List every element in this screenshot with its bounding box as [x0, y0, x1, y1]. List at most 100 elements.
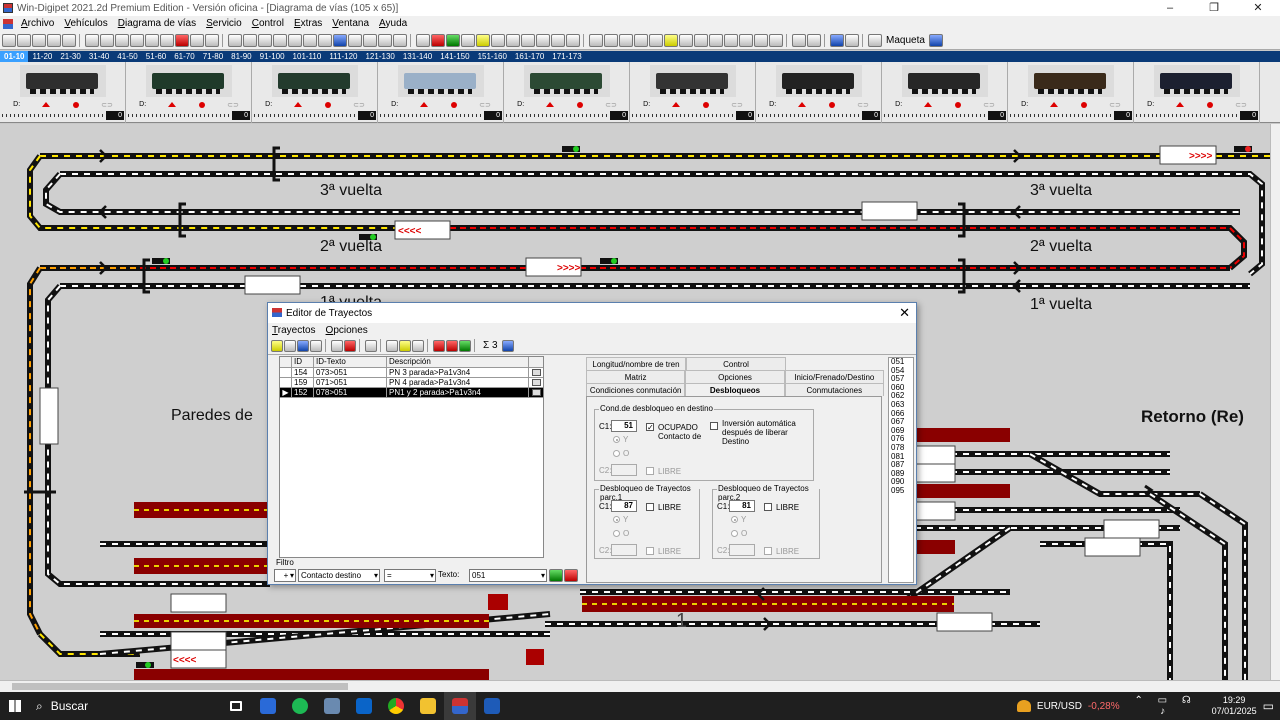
- task-view-icon[interactable]: [220, 692, 252, 720]
- dialog-tool-0-icon[interactable]: [271, 339, 283, 352]
- loco-speed[interactable]: 0: [1010, 111, 1132, 120]
- toolbar-button-7-icon[interactable]: [100, 34, 114, 47]
- menu-extras[interactable]: Extras: [289, 16, 327, 32]
- dialog-tool-8-icon[interactable]: [365, 339, 377, 352]
- o-radio[interactable]: [613, 450, 620, 457]
- tab-conmutaciones[interactable]: Conmutaciones encadenadas: [784, 383, 884, 408]
- row-route-icon[interactable]: [531, 379, 541, 386]
- dialog-exit-icon[interactable]: [501, 339, 514, 352]
- loco-image[interactable]: [20, 65, 106, 97]
- toolbar-button-37-icon[interactable]: [536, 34, 550, 47]
- toolbar-button-21-icon[interactable]: [303, 34, 317, 47]
- loco-speed-bar[interactable]: [1010, 114, 1114, 117]
- tray-icons[interactable]: ⌃ ▭ ☊ ♪: [1126, 695, 1206, 717]
- parc1-c2-libre-checkbox[interactable]: [646, 547, 654, 555]
- notifications-icon[interactable]: ▭: [1263, 699, 1274, 713]
- loco-image[interactable]: [398, 65, 484, 97]
- loco-speed-bar[interactable]: [758, 114, 862, 117]
- loco-light-icon[interactable]: [1206, 101, 1213, 108]
- table-row[interactable]: ▶ 152 078>051 PN1 y 2 parada>Pa1v3n4: [280, 388, 543, 398]
- loco-image[interactable]: [524, 65, 610, 97]
- loco-speed[interactable]: 0: [632, 111, 754, 120]
- loco-func-icon[interactable]: ⊂⊃: [1235, 101, 1247, 109]
- toolbar-button-20-icon[interactable]: [288, 34, 302, 47]
- loco-light-icon[interactable]: [198, 101, 205, 108]
- toolbar-button-53-icon[interactable]: [769, 34, 783, 47]
- loco-func-icon[interactable]: ⊂⊃: [353, 101, 365, 109]
- loco-slot[interactable]: D: ⊂⊃ 0: [378, 62, 504, 123]
- loco-speed[interactable]: 0: [884, 111, 1006, 120]
- toolbar-button-52-icon[interactable]: [754, 34, 768, 47]
- toolbar-button-1-icon[interactable]: [17, 34, 31, 47]
- loco-func-icon[interactable]: ⊂⊃: [983, 101, 995, 109]
- loco-light-icon[interactable]: [324, 101, 331, 108]
- scroll-thumb[interactable]: [12, 683, 348, 690]
- loco-image[interactable]: [272, 65, 358, 97]
- loco-light-icon[interactable]: [72, 101, 79, 108]
- toolbar-button-26-icon[interactable]: [378, 34, 392, 47]
- parc2-c1-input[interactable]: 81: [729, 500, 755, 512]
- loco-func-icon[interactable]: ⊂⊃: [227, 101, 239, 109]
- toolbar-button-12-icon[interactable]: [175, 34, 189, 47]
- toolbar-button-3-icon[interactable]: [47, 34, 61, 47]
- taskbar-search[interactable]: ⌕ Buscar: [30, 692, 220, 720]
- dialog-tool-15-icon[interactable]: [446, 339, 458, 352]
- loco-slot[interactable]: D: ⊂⊃ 0: [126, 62, 252, 123]
- toolbar-button-44-icon[interactable]: [634, 34, 648, 47]
- toolbar-button-4-icon[interactable]: [62, 34, 76, 47]
- col-id[interactable]: ID: [292, 357, 314, 367]
- dialog-tool-1-icon[interactable]: [284, 339, 296, 352]
- loco-speed[interactable]: 0: [380, 111, 502, 120]
- col-id-texto[interactable]: ID-Texto: [314, 357, 387, 367]
- dialog-tool-3-icon[interactable]: [310, 339, 322, 352]
- loco-slot[interactable]: D: ⊂⊃ 0: [1134, 62, 1260, 123]
- word-icon[interactable]: [476, 692, 508, 720]
- filter-operator-select[interactable]: =: [384, 569, 436, 582]
- toolbar-button-35-icon[interactable]: [506, 34, 520, 47]
- loco-arrow-icon[interactable]: [546, 102, 555, 107]
- loco-tab-11-20[interactable]: 11-20: [28, 51, 56, 62]
- camera-icon[interactable]: [316, 692, 348, 720]
- loco-tab-01-10[interactable]: 01-10: [0, 51, 29, 62]
- chrome-icon[interactable]: [380, 692, 412, 720]
- toolbar-button-46-icon[interactable]: [664, 34, 678, 47]
- filter-add-button[interactable]: +: [274, 569, 296, 582]
- loco-func-icon[interactable]: ⊂⊃: [479, 101, 491, 109]
- loco-slot[interactable]: D: ⊂⊃ 0: [504, 62, 630, 123]
- parc1-o-radio[interactable]: [613, 530, 620, 537]
- routes-list[interactable]: ID ID-Texto Descripción 154 073>051 PN 3 p…: [279, 356, 544, 558]
- loco-light-icon[interactable]: [450, 101, 457, 108]
- loco-speed[interactable]: 0: [254, 111, 376, 120]
- dialog-tool-6-icon[interactable]: [344, 339, 356, 352]
- dialog-tool-16-icon[interactable]: [459, 339, 471, 352]
- loco-arrow-icon[interactable]: [798, 102, 807, 107]
- filter-field-select[interactable]: Contacto destino: [298, 569, 380, 582]
- toolbar-button-13-icon[interactable]: [190, 34, 204, 47]
- y-radio[interactable]: [613, 436, 620, 443]
- loco-arrow-icon[interactable]: [672, 102, 681, 107]
- inversion-checkbox[interactable]: [710, 422, 718, 430]
- dialog-tool-2-icon[interactable]: [297, 339, 309, 352]
- toolbar-button-16-icon[interactable]: [228, 34, 242, 47]
- loco-speed[interactable]: 0: [2, 111, 124, 120]
- loco-image[interactable]: [902, 65, 988, 97]
- tab-control[interactable]: Control: [686, 357, 786, 370]
- parc2-c2-libre-checkbox[interactable]: [764, 547, 772, 555]
- loco-func-icon[interactable]: ⊂⊃: [101, 101, 113, 109]
- parc1-c1-input[interactable]: 87: [611, 500, 637, 512]
- dialog-tool-14-icon[interactable]: [433, 339, 445, 352]
- parc2-libre-checkbox[interactable]: [764, 503, 772, 511]
- toolbar-button-17-icon[interactable]: [243, 34, 257, 47]
- menu-ayuda[interactable]: Ayuda: [374, 16, 412, 32]
- loco-image[interactable]: [776, 65, 862, 97]
- tab-opciones[interactable]: Opciones: [685, 370, 785, 383]
- c2-libre-checkbox[interactable]: [646, 467, 654, 475]
- parc2-y-radio[interactable]: [731, 516, 738, 523]
- dialog-tool-10-icon[interactable]: [386, 339, 398, 352]
- toolbar-button-11-icon[interactable]: [160, 34, 174, 47]
- close-window-button[interactable]: ✕: [1236, 0, 1280, 16]
- toolbar-button-30-icon[interactable]: [431, 34, 445, 47]
- c1-value-input[interactable]: 51: [611, 420, 637, 432]
- loco-tab-121-130[interactable]: 121-130: [361, 51, 398, 62]
- tab-longitud[interactable]: Longitud/nombre de tren: [586, 357, 686, 370]
